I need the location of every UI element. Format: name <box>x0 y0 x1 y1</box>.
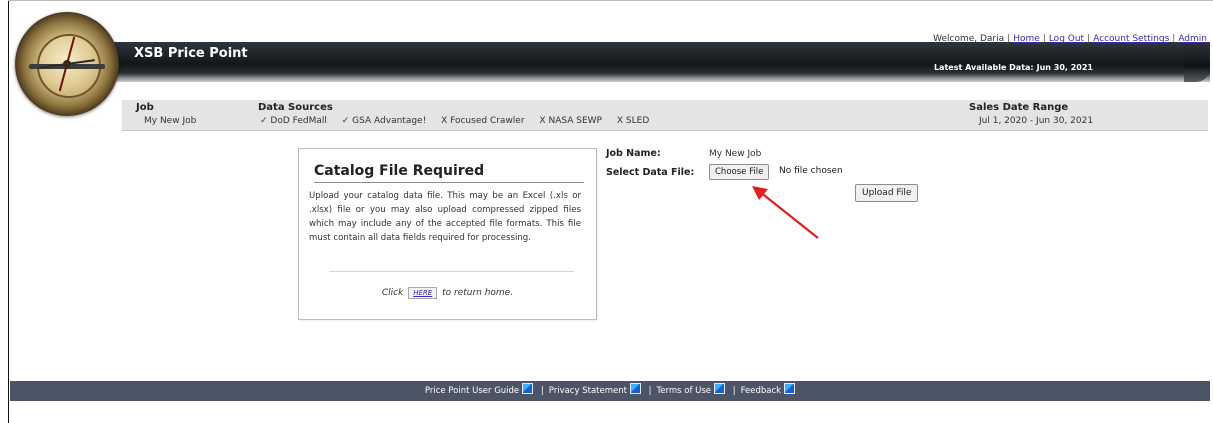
sales-date-range-value: Jul 1, 2020 - Jun 30, 2021 <box>979 116 1094 126</box>
page-frame-top <box>8 0 1213 1</box>
data-source-item: X NASA SEWP <box>539 116 602 126</box>
data-sources-list: ✓ DoD FedMall ✓ GSA Advantage! X Focused… <box>260 116 661 126</box>
source-check-icon: ✓ <box>341 116 350 126</box>
latest-data: Latest Available Data: Jun 30, 2021 <box>931 63 1093 72</box>
annotation-arrow-icon <box>752 186 819 239</box>
admin-link[interactable]: Admin <box>1178 34 1207 44</box>
click-prefix: Click <box>381 288 404 298</box>
header-band-cap <box>1184 42 1210 82</box>
upload-file-button[interactable]: Upload File <box>855 184 919 202</box>
no-file-chosen-text: No file chosen <box>779 166 843 176</box>
return-home-line: Click HERE to return home. <box>299 287 596 299</box>
external-link-icon <box>714 383 726 394</box>
select-data-file-label: Select Data File: <box>606 167 695 178</box>
source-x-icon: X <box>441 116 448 126</box>
arrow-shaft <box>759 191 819 239</box>
app-title: XSB Price Point <box>134 46 248 61</box>
account-settings-link[interactable]: Account Settings <box>1093 34 1169 44</box>
job-info-bar: Job My New Job Data Sources ✓ DoD FedMal… <box>122 100 1208 131</box>
compass-hub <box>63 60 71 68</box>
message-body: Upload your catalog data file. This may … <box>309 191 581 243</box>
welcome-text: Welcome, Daria <box>933 34 1005 44</box>
header-band <box>90 42 1210 82</box>
message-divider <box>329 271 574 272</box>
logout-link[interactable]: Log Out <box>1049 34 1084 44</box>
footer-user-guide-link[interactable]: Price Point User Guide <box>425 386 519 396</box>
message-title-rule <box>314 182 584 183</box>
compass-logo[interactable] <box>15 12 119 116</box>
page-frame-left <box>8 0 9 423</box>
data-source-item: ✓ DoD FedMall <box>260 116 327 126</box>
source-x-icon: X <box>539 116 546 126</box>
latest-label: Latest Available Data: <box>933 63 1034 72</box>
job-label: Job <box>136 102 154 113</box>
user-nav: Welcome, Daria | Home | Log Out | Account Sett… <box>933 34 1207 44</box>
external-link-icon <box>629 383 641 394</box>
job-name-label: Job Name: <box>606 148 661 159</box>
sales-date-range-label: Sales Date Range <box>969 102 1069 113</box>
footer-privacy-link[interactable]: Privacy Statement <box>549 386 627 396</box>
data-sources-label: Data Sources <box>258 102 333 113</box>
source-x-icon: X <box>616 116 624 126</box>
catalog-required-box: Catalog File Required Upload your catalo… <box>298 148 597 320</box>
message-title: Catalog File Required <box>314 163 485 179</box>
footer-feedback-link[interactable]: Feedback <box>741 386 781 396</box>
job-name-value: My New Job <box>709 149 762 159</box>
external-link-icon <box>784 383 796 394</box>
source-check-icon: ✓ <box>260 116 268 126</box>
footer-terms-link[interactable]: Terms of Use <box>657 386 712 396</box>
click-suffix: to return home. <box>442 288 514 298</box>
footer-bar: Price Point User Guide | Privacy Statemen… <box>10 381 1210 401</box>
data-source-item: X Focused Crawler <box>441 116 525 126</box>
home-link[interactable]: Home <box>1013 34 1040 44</box>
job-value: My New Job <box>144 116 197 126</box>
arrow-head <box>752 186 768 200</box>
data-source-item: ✓ GSA Advantage! <box>341 116 427 126</box>
here-button[interactable]: HERE <box>408 287 438 299</box>
external-link-icon <box>522 383 534 394</box>
data-source-item: X SLED <box>616 116 650 126</box>
latest-date: Jun 30, 2021 <box>1036 63 1093 72</box>
choose-file-button[interactable]: Choose File <box>709 164 770 180</box>
